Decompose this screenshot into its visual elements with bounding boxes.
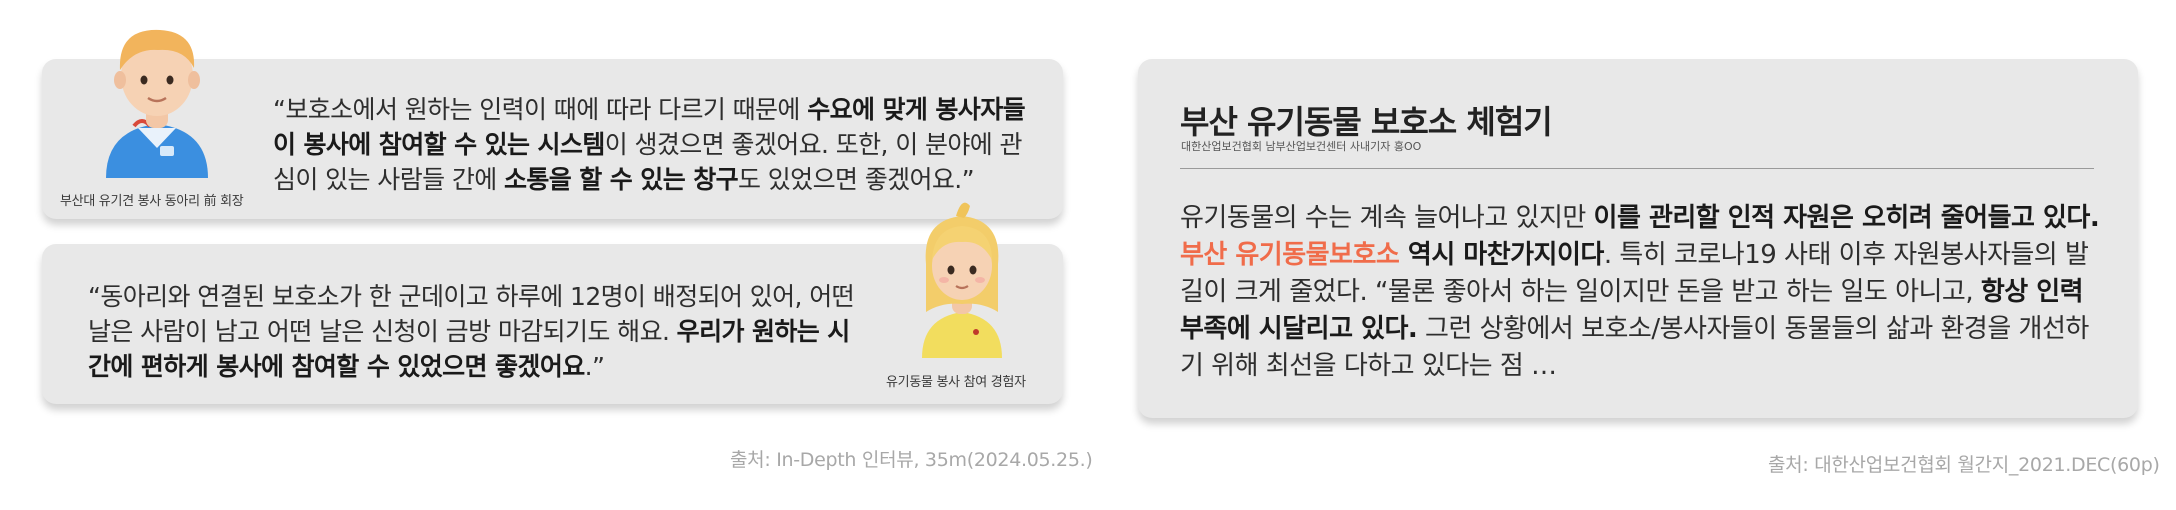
article-run-1-bold: 이를 관리할 인적 자원은 오히려 줄어들고 있다. [1593, 203, 2100, 233]
quote1-run-0: “보호소에서 원하는 인력이 때에 따라 다르기 때문에 [273, 95, 808, 124]
article-body: 유기동물의 수는 계속 늘어나고 있지만 이를 관리할 인적 자원은 오히려 줄… [1180, 200, 2100, 385]
quote2-run-2: .” [584, 352, 605, 381]
source-left: 출처: In-Depth 인터뷰, 35m(2024.05.25.) [730, 449, 1093, 471]
article-run-0: 유기동물의 수는 계속 늘어나고 있지만 [1180, 203, 1594, 233]
quote1-run-4: 도 있었으면 좋겠어요.” [738, 165, 975, 194]
source-right: 출처: 대한산업보건협회 월간지_2021.DEC(60p) [1768, 454, 2160, 476]
female-volunteer-avatar [922, 202, 1002, 358]
article-byline: 대한산업보건협회 남부산업보건센터 사내기자 홍OO [1181, 140, 1422, 153]
interview-quote-2: “동아리와 연결된 보호소가 한 군데이고 하루에 12명이 배정되어 있어, … [88, 279, 856, 384]
male-volunteer-avatar [106, 29, 208, 178]
interview-quote-1: “보호소에서 원하는 인력이 때에 따라 다르기 때문에 수요에 맞게 봉사자들… [273, 92, 1033, 197]
quote1-run-3-bold: 소통을 할 수 있는 창구 [504, 165, 739, 194]
article-run-3-bold: 역시 마찬가지이다 [1399, 240, 1604, 270]
interviewee-caption-1: 부산대 유기견 봉사 동아리 前 회장 [60, 194, 244, 209]
interviewee-caption-2: 유기동물 봉사 참여 경험자 [886, 375, 1026, 390]
article-run-2-accent: 부산 유기동물보호소 [1180, 240, 1400, 270]
article-title: 부산 유기동물 보호소 체험기 [1180, 103, 1553, 141]
title-divider [1180, 168, 2094, 169]
